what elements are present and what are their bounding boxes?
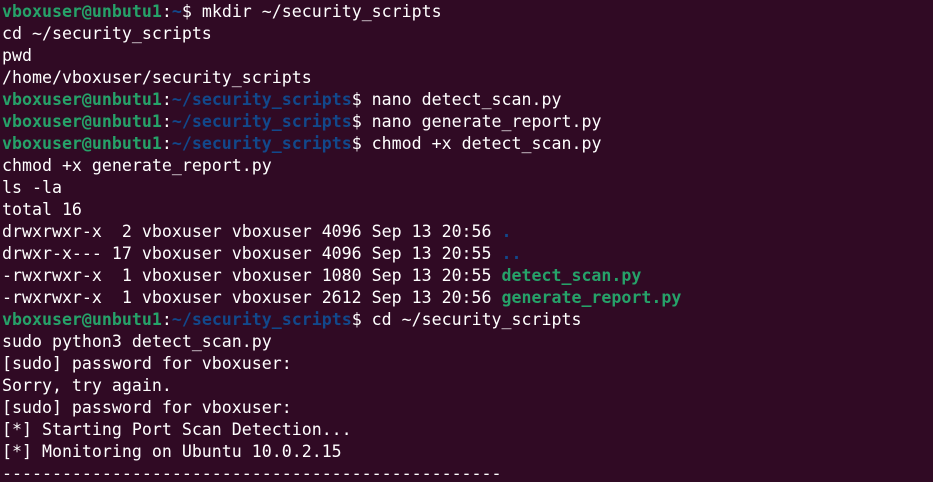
output-line: total 16: [2, 199, 933, 221]
ls-entry-directory-name: .: [501, 222, 512, 241]
ls-entry-meta: -rwxrwxr-x 1 vboxuser vboxuser 1080 Sep …: [2, 266, 502, 285]
output-text: Sorry, try again.: [2, 376, 172, 395]
output-line: pwd: [2, 45, 933, 67]
prompt-line: vboxuser@unbutu1:~$ mkdir ~/security_scr…: [2, 1, 933, 23]
output-line: [*] Starting Port Scan Detection...: [2, 419, 933, 441]
prompt-line: vboxuser@unbutu1:~/security_scripts$ cd …: [2, 309, 933, 331]
prompt-symbol: $: [181, 2, 192, 21]
command-text: chmod +x detect_scan.py: [361, 134, 602, 153]
prompt-symbol: $: [351, 134, 362, 153]
ls-entry-meta: drwxrwxr-x 2 vboxuser vboxuser 4096 Sep …: [2, 222, 502, 241]
output-line: chmod +x generate_report.py: [2, 155, 933, 177]
prompt-line: vboxuser@unbutu1:~/security_scripts$ chm…: [2, 133, 933, 155]
output-text: ls -la: [2, 178, 62, 197]
ls-entry-executable-name: detect_scan.py: [501, 266, 642, 285]
command-text: cd ~/security_scripts: [361, 310, 582, 329]
output-line: cd ~/security_scripts: [2, 23, 933, 45]
prompt-path: ~/security_scripts: [171, 90, 352, 109]
ls-entry: -rwxrwxr-x 1 vboxuser vboxuser 1080 Sep …: [2, 265, 933, 287]
ls-entry: drwxrwxr-x 2 vboxuser vboxuser 4096 Sep …: [2, 221, 933, 243]
ls-entry-meta: drwxr-x--- 17 vboxuser vboxuser 4096 Sep…: [2, 244, 502, 263]
output-line: sudo python3 detect_scan.py: [2, 331, 933, 353]
output-text: /home/vboxuser/security_scripts: [2, 68, 312, 87]
command-text: nano generate_report.py: [361, 112, 602, 131]
prompt-separator: :: [161, 90, 172, 109]
output-text: [*] Starting Port Scan Detection...: [2, 420, 352, 439]
terminal-window[interactable]: vboxuser@unbutu1:~$ mkdir ~/security_scr…: [0, 0, 933, 482]
ls-entry-meta: -rwxrwxr-x 1 vboxuser vboxuser 2612 Sep …: [2, 288, 502, 307]
command-text: mkdir ~/security_scripts: [191, 2, 442, 21]
ls-entry-directory-name: ..: [501, 244, 522, 263]
output-line: ----------------------------------------…: [2, 463, 933, 482]
output-line: /home/vboxuser/security_scripts: [2, 67, 933, 89]
output-text: sudo python3 detect_scan.py: [2, 332, 272, 351]
ls-entry: -rwxrwxr-x 1 vboxuser vboxuser 2612 Sep …: [2, 287, 933, 309]
prompt-path: ~/security_scripts: [171, 310, 352, 329]
command-text: nano detect_scan.py: [361, 90, 562, 109]
output-text: [sudo] password for vboxuser:: [2, 398, 292, 417]
prompt-user-host: vboxuser@unbutu1: [2, 2, 162, 21]
prompt-user-host: vboxuser@unbutu1: [2, 134, 162, 153]
prompt-separator: :: [161, 134, 172, 153]
prompt-separator: :: [161, 310, 172, 329]
prompt-path: ~/security_scripts: [171, 134, 352, 153]
output-line: Sorry, try again.: [2, 375, 933, 397]
prompt-symbol: $: [351, 112, 362, 131]
prompt-path: ~: [171, 2, 182, 21]
prompt-line: vboxuser@unbutu1:~/security_scripts$ nan…: [2, 89, 933, 111]
output-line: [sudo] password for vboxuser:: [2, 353, 933, 375]
output-line: [*] Monitoring on Ubuntu 10.0.2.15: [2, 441, 933, 463]
prompt-symbol: $: [351, 90, 362, 109]
ls-entry: drwxr-x--- 17 vboxuser vboxuser 4096 Sep…: [2, 243, 933, 265]
prompt-symbol: $: [351, 310, 362, 329]
prompt-user-host: vboxuser@unbutu1: [2, 90, 162, 109]
prompt-user-host: vboxuser@unbutu1: [2, 310, 162, 329]
ls-entry-executable-name: generate_report.py: [501, 288, 682, 307]
output-text: [*] Monitoring on Ubuntu 10.0.2.15: [2, 442, 342, 461]
prompt-user-host: vboxuser@unbutu1: [2, 112, 162, 131]
output-text: pwd: [2, 46, 32, 65]
output-text: [sudo] password for vboxuser:: [2, 354, 292, 373]
prompt-separator: :: [161, 112, 172, 131]
output-line: [sudo] password for vboxuser:: [2, 397, 933, 419]
output-text: chmod +x generate_report.py: [2, 156, 272, 175]
output-line: ls -la: [2, 177, 933, 199]
output-text: ----------------------------------------…: [2, 464, 502, 482]
output-text: cd ~/security_scripts: [2, 24, 212, 43]
output-text: total 16: [2, 200, 82, 219]
prompt-line: vboxuser@unbutu1:~/security_scripts$ nan…: [2, 111, 933, 133]
prompt-path: ~/security_scripts: [171, 112, 352, 131]
prompt-separator: :: [161, 2, 172, 21]
